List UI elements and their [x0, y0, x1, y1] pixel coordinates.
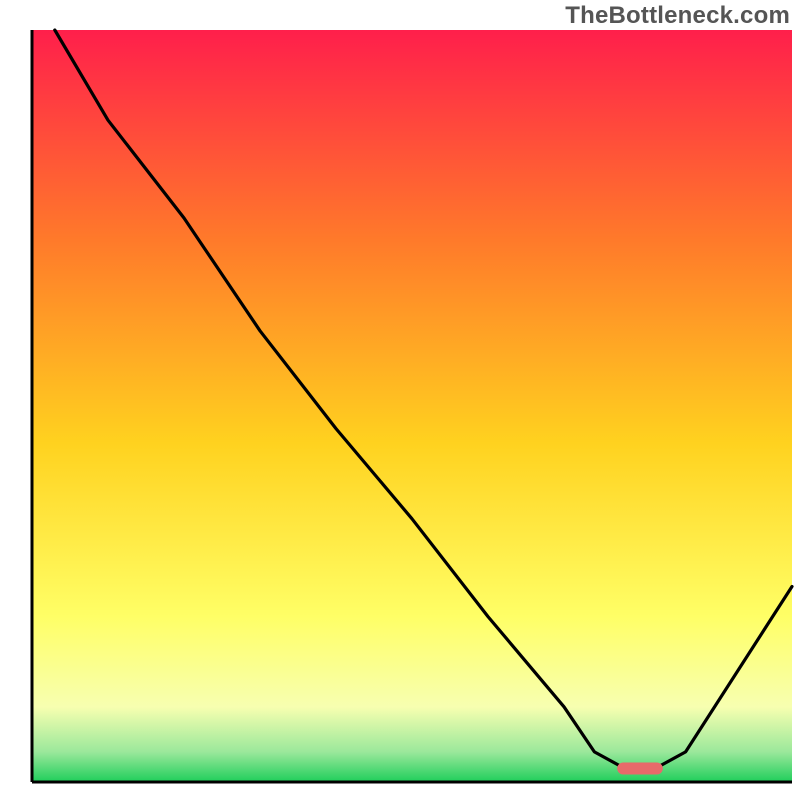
chart-container: { "watermark": "TheBottleneck.com", "col… [0, 0, 800, 800]
bottleneck-chart [0, 0, 800, 800]
watermark-text: TheBottleneck.com [565, 2, 790, 30]
plot-background [32, 30, 792, 782]
optimum-marker [617, 762, 663, 774]
